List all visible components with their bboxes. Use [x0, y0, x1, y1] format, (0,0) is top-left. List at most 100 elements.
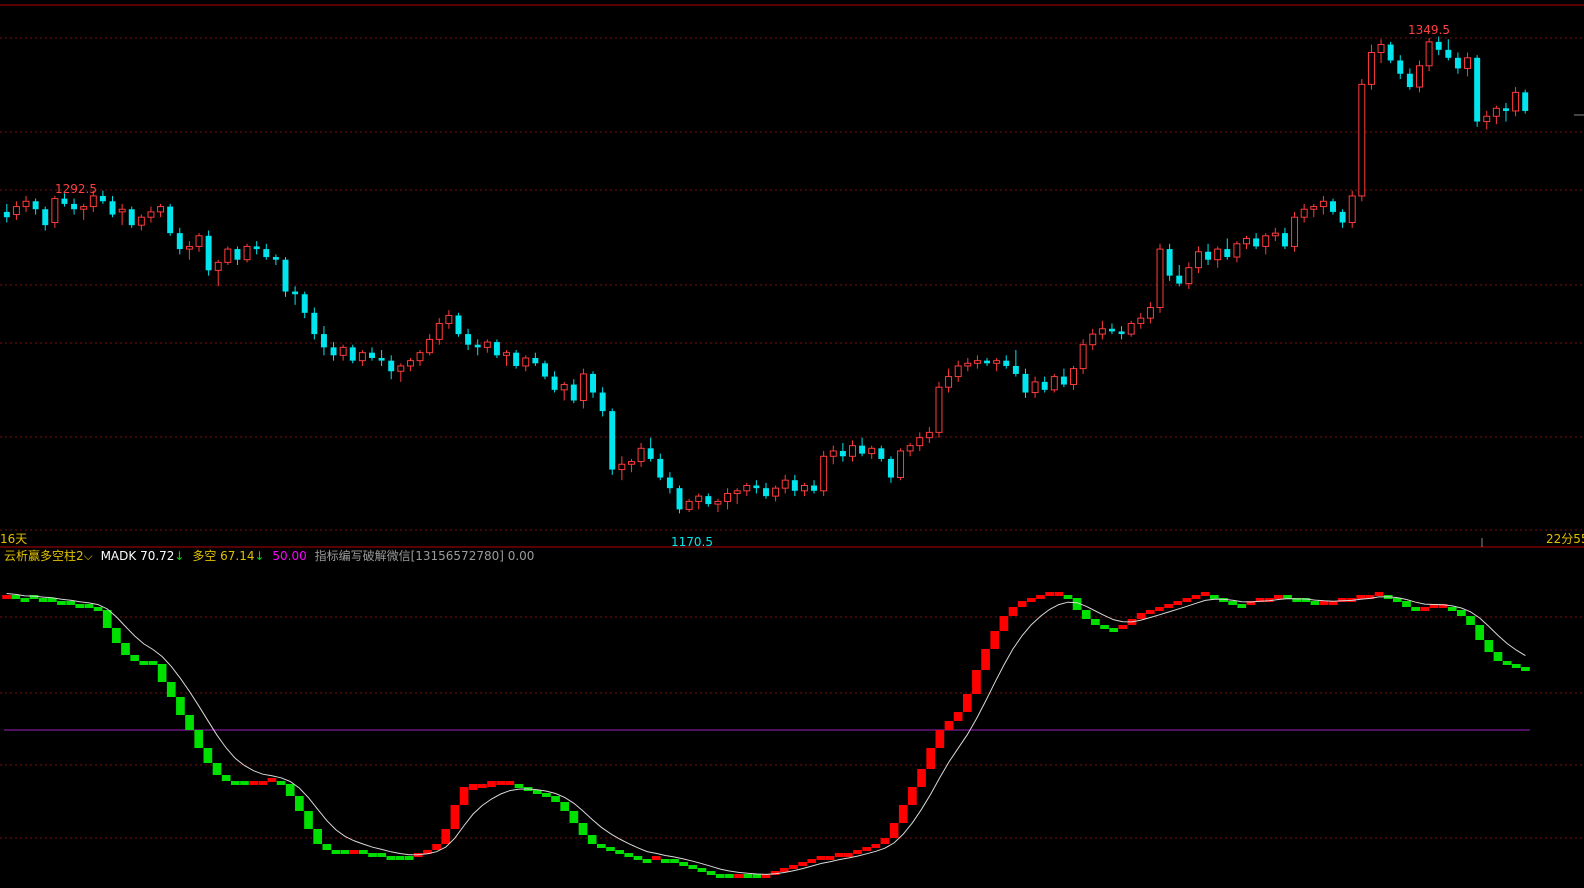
candle-body-up [1031, 381, 1039, 394]
low-price-label: 1170.5 [671, 535, 713, 549]
bear-bar [66, 601, 75, 605]
candle-body-up [522, 357, 530, 367]
bear-bar [322, 844, 332, 850]
candle-body-down [657, 458, 664, 478]
candle-body-down [61, 198, 68, 204]
candle-body-down [1397, 60, 1404, 74]
bull-bar [898, 805, 908, 823]
candle-body-down [513, 352, 520, 366]
bear-bar [615, 850, 624, 854]
bull-bar [953, 712, 963, 721]
bear-bar [542, 793, 551, 797]
candle-body-down [609, 411, 616, 470]
bear-bar [359, 850, 368, 854]
candle-body-down [984, 360, 991, 364]
candle-body-up [743, 484, 751, 492]
bear-bar [1493, 652, 1503, 661]
bull-bar [862, 847, 871, 851]
candle-body-down [705, 496, 712, 505]
bear-bar [102, 610, 112, 628]
candle-body-up [714, 500, 722, 505]
candle-body-down [590, 373, 596, 393]
candle-body-down [791, 480, 798, 491]
bear-bar [1081, 610, 1091, 619]
candle-body-up [185, 245, 193, 250]
bear-bar [514, 784, 524, 788]
bull-bar [981, 649, 990, 670]
candle-body-up [195, 235, 203, 247]
bull-bar [917, 769, 926, 787]
candle-body-down [311, 312, 318, 335]
chevron-down-icon[interactable]: ⌵ [84, 549, 93, 563]
bull-bar [734, 874, 743, 878]
bear-bar [624, 853, 634, 857]
candle-body-up [1127, 322, 1135, 335]
candle-body-up [22, 200, 30, 208]
candle-body-down [839, 450, 846, 457]
candle-body-up [1214, 248, 1222, 261]
candle-body-down [1041, 381, 1048, 390]
chart-canvas[interactable] [0, 0, 1584, 888]
candlestick-series[interactable] [3, 36, 1529, 514]
bear-bar [57, 601, 66, 605]
bear-bar [368, 853, 377, 857]
bear-bar [1447, 607, 1457, 611]
candle-body-down [763, 488, 769, 497]
bear-bar [121, 643, 130, 655]
candle-body-down [878, 448, 885, 459]
bear-bar [606, 847, 615, 851]
bear-bar [194, 730, 204, 748]
bull-bar [1145, 610, 1155, 614]
bull-bar [1420, 607, 1430, 611]
candle-body-up [1425, 41, 1433, 67]
bull-bar [1191, 595, 1201, 599]
candle-body-up [935, 386, 943, 433]
bull-bar [1374, 592, 1384, 596]
bear-bar [38, 598, 48, 602]
bull-bar [1155, 607, 1164, 611]
candle-body-down [3, 211, 10, 218]
candle-body-up [1156, 248, 1164, 309]
candle-body-down [474, 344, 481, 348]
indicator-title[interactable]: 云析赢多空柱2 [4, 549, 84, 563]
down-arrow-icon: ↓ [174, 549, 185, 563]
candle-body-up [685, 500, 693, 510]
candle-body-up [435, 322, 443, 340]
candle-body-up [1367, 52, 1375, 85]
candle-body-up [1377, 44, 1385, 54]
bear-bar [1411, 607, 1420, 611]
candle-body-down [1281, 233, 1288, 247]
candle-body-up [627, 461, 635, 465]
indicator-grid [0, 616, 1584, 839]
bull-bar [1036, 595, 1045, 599]
candle-body-down [1474, 57, 1481, 122]
bull-bar [1136, 613, 1146, 619]
madk-bar-series[interactable] [2, 592, 1530, 878]
candle-body-up [1146, 307, 1154, 319]
period-label: 16天 [0, 532, 28, 546]
bear-bar [633, 856, 643, 860]
candle-body-up [1291, 216, 1299, 247]
candle-body-down [465, 334, 472, 345]
bull-bar [844, 853, 853, 857]
candle-body-down [676, 488, 683, 510]
candle-body-up [906, 445, 914, 452]
candle-body-up [897, 450, 905, 479]
candle-body-up [1089, 333, 1097, 346]
candle-body-down [599, 392, 606, 412]
candle-body-up [1464, 57, 1472, 69]
bear-bar [1484, 640, 1494, 652]
bull-bar [972, 670, 981, 694]
candle-body-down [301, 294, 308, 313]
candle-body-down [282, 259, 289, 292]
level-value: 50.00 [272, 549, 307, 563]
bull-bar [889, 823, 899, 838]
candle-body-down [369, 352, 375, 358]
bear-bar [404, 856, 414, 860]
bull-bar [1118, 625, 1128, 629]
bear-bar [1502, 661, 1512, 665]
bull-bar [1356, 595, 1366, 599]
candle-body-down [859, 445, 866, 454]
bull-bar [249, 781, 258, 785]
bull-bar [459, 787, 469, 805]
